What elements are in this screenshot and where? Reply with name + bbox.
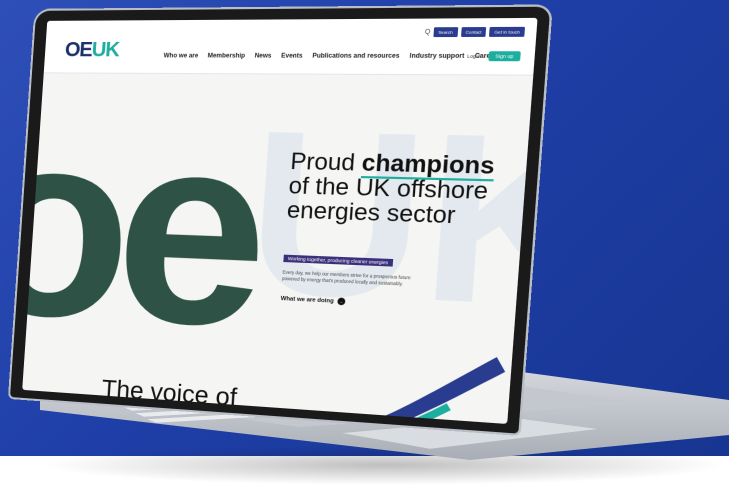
swoosh-navy	[330, 347, 507, 424]
nav-item-news[interactable]: News	[254, 53, 271, 59]
login-link[interactable]: Log in	[467, 53, 482, 59]
nav-item-events[interactable]: Events	[281, 53, 303, 59]
auth-area: Log in Sign up	[467, 51, 521, 62]
scene: OEUK Who we are Membership News Events P…	[0, 0, 729, 495]
brand-swoosh	[330, 347, 507, 424]
logo-main: OE	[64, 38, 93, 62]
website-screen: OEUK Who we are Membership News Events P…	[22, 17, 538, 424]
logo-accent: UK	[91, 38, 120, 62]
headline-post: of the UK offshore energies sector	[286, 172, 490, 229]
nav-item-membership[interactable]: Membership	[207, 53, 245, 59]
laptop-lid: OEUK Who we are Membership News Events P…	[10, 6, 551, 434]
search-icon[interactable]: Q	[425, 29, 431, 36]
site-header: OEUK Who we are Membership News Events P…	[43, 17, 538, 76]
hero-headline: Proud champions of the UK offshore energ…	[286, 148, 518, 230]
main-nav: Who we are Membership News Events Public…	[163, 53, 501, 60]
utility-bar: Q Search Contact Get in touch	[425, 26, 526, 38]
signup-button[interactable]: Sign up	[488, 51, 521, 62]
utility-contact-button[interactable]: Contact	[460, 27, 487, 38]
nav-item-who-we-are[interactable]: Who we are	[163, 53, 198, 59]
utility-get-in-touch-button[interactable]: Get in touch	[489, 26, 526, 37]
arrow-right-icon: →	[336, 297, 346, 306]
nav-item-publications[interactable]: Publications and resources	[312, 53, 400, 60]
utility-search-button[interactable]: Search	[433, 27, 458, 38]
hero-oe-lettering: oe	[22, 78, 265, 385]
oeuk-logo[interactable]: OEUK	[64, 39, 119, 63]
hero-section: UK oe Proud champions of the UK offshore…	[22, 73, 538, 424]
nav-item-industry-support[interactable]: Industry support	[409, 53, 464, 60]
